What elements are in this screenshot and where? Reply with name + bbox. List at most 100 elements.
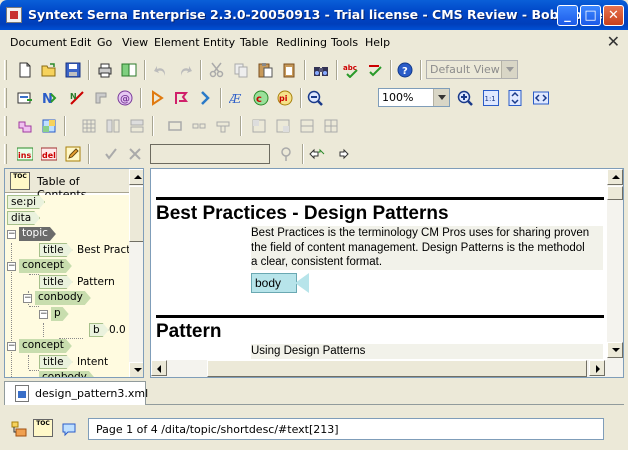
element-list-button[interactable] <box>8 418 30 440</box>
cell-align-left-button[interactable] <box>248 115 270 137</box>
scroll-right-button[interactable] <box>589 360 605 376</box>
zoom-in-button[interactable] <box>454 87 476 109</box>
copy-button[interactable] <box>230 59 252 81</box>
chevron-down-icon[interactable] <box>433 89 449 106</box>
document-editor[interactable]: Best Practices - Design Patterns Best Pr… <box>150 168 624 378</box>
open-document-button[interactable] <box>38 59 60 81</box>
editor-horizontal-scrollbar[interactable] <box>151 360 623 377</box>
fit-width-button[interactable] <box>530 87 552 109</box>
scroll-thumb[interactable] <box>607 186 623 200</box>
menu-entity[interactable]: Entity <box>203 36 235 49</box>
redline-comment-field[interactable] <box>150 144 270 164</box>
menu-go[interactable]: Go <box>97 36 112 49</box>
prev-change-button[interactable] <box>306 143 328 165</box>
title-bar[interactable]: Syntext Serna Enterprise 2.3.0-20050913 … <box>0 0 628 30</box>
insert-pi-tag-button[interactable]: pi <box>274 87 296 109</box>
find-button[interactable] <box>310 59 332 81</box>
table-grid-button[interactable] <box>78 115 100 137</box>
scroll-thumb[interactable] <box>129 186 143 242</box>
body-element-tag[interactable]: body <box>251 273 309 293</box>
insert-comment-button[interactable] <box>170 87 192 109</box>
cell-shade-button[interactable] <box>320 115 342 137</box>
zoom-one-to-one-button[interactable]: 1:1 <box>480 87 502 109</box>
chevron-down-icon[interactable] <box>501 61 517 78</box>
save-button[interactable] <box>62 59 84 81</box>
collapse-icon[interactable]: − <box>23 294 32 303</box>
insert-element-button[interactable] <box>14 87 36 109</box>
delete-redline-button[interactable]: del <box>38 143 60 165</box>
paste-button[interactable] <box>254 59 276 81</box>
cell-border-button[interactable] <box>296 115 318 137</box>
cut-button[interactable] <box>206 59 228 81</box>
insert-section-button[interactable] <box>194 87 216 109</box>
toc-scrollbar[interactable] <box>129 169 143 377</box>
scroll-down-button[interactable] <box>129 362 143 377</box>
accept-change-button[interactable] <box>100 143 122 165</box>
insert-row-button[interactable] <box>126 115 148 137</box>
rename-element-button[interactable]: N <box>38 87 60 109</box>
insert-table-button[interactable] <box>14 115 36 137</box>
scroll-thumb[interactable] <box>207 360 587 377</box>
menu-document[interactable]: Document <box>10 36 67 49</box>
scroll-down-button[interactable] <box>607 342 623 358</box>
view-select[interactable]: Default View <box>426 60 518 79</box>
menu-help[interactable]: Help <box>365 36 390 49</box>
undo-button[interactable] <box>150 59 172 81</box>
help-button[interactable]: ? <box>394 59 416 81</box>
fit-height-button[interactable] <box>504 87 526 109</box>
toolbar-grip[interactable] <box>4 144 7 164</box>
clipboard-button[interactable] <box>278 59 300 81</box>
toolbar-grip[interactable] <box>4 116 7 136</box>
maximize-button[interactable]: □ <box>580 5 601 26</box>
messages-button[interactable] <box>58 418 80 440</box>
insert-pi-button[interactable] <box>146 87 168 109</box>
document-tab[interactable]: design_pattern3.xml <box>4 381 148 405</box>
redo-button[interactable] <box>174 59 196 81</box>
scroll-up-button[interactable] <box>607 169 623 185</box>
editor-vertical-scrollbar[interactable] <box>607 169 623 361</box>
spellcheck-button[interactable]: abc <box>340 59 362 81</box>
redline-search-button[interactable] <box>276 143 298 165</box>
concept-paragraph[interactable]: Using Design Patterns <box>251 344 603 359</box>
edit-redline-button[interactable] <box>62 143 84 165</box>
document-close-icon[interactable]: ✕ <box>607 32 620 51</box>
scroll-up-button[interactable] <box>129 169 143 185</box>
close-button[interactable]: ✕ <box>603 5 624 26</box>
cell-align-right-button[interactable] <box>272 115 294 137</box>
menu-table[interactable]: Table <box>240 36 268 49</box>
menu-view[interactable]: View <box>122 36 148 49</box>
menu-element[interactable]: Element <box>154 36 200 49</box>
insert-xinclude-button[interactable]: c <box>250 87 272 109</box>
toc-header[interactable]: TOC Table of Contents <box>5 169 129 201</box>
next-change-button[interactable] <box>330 143 352 165</box>
new-document-button[interactable] <box>14 59 36 81</box>
split-cells-button[interactable] <box>212 115 234 137</box>
toolbar-grip[interactable] <box>4 60 7 80</box>
unwrap-element-button[interactable] <box>90 87 112 109</box>
menu-tools[interactable]: Tools <box>331 36 358 49</box>
delete-table-button[interactable] <box>164 115 186 137</box>
menu-redlining[interactable]: Redlining <box>276 36 327 49</box>
shortdesc-paragraph[interactable]: Best Practices is the terminology CM Pro… <box>251 226 603 270</box>
print-button[interactable] <box>94 59 116 81</box>
scroll-left-button[interactable] <box>151 360 167 376</box>
convert-element-button[interactable]: N <box>66 87 88 109</box>
insert-attribute-button[interactable]: @ <box>114 87 136 109</box>
merge-cells-button[interactable] <box>188 115 210 137</box>
insert-column-button[interactable] <box>102 115 124 137</box>
entity-button[interactable]: Æ <box>226 87 248 109</box>
collapse-icon[interactable]: − <box>7 262 16 271</box>
minimize-button[interactable]: _ <box>557 5 578 26</box>
reject-change-button[interactable] <box>124 143 146 165</box>
menu-edit[interactable]: Edit <box>70 36 91 49</box>
collapse-icon[interactable]: − <box>39 310 48 319</box>
print-preview-button[interactable] <box>118 59 140 81</box>
collapse-icon[interactable]: − <box>7 230 16 239</box>
topic-title-heading[interactable]: Best Practices - Design Patterns <box>156 203 449 225</box>
table-wizard-button[interactable] <box>38 115 60 137</box>
toc-toggle-button[interactable]: TOC <box>32 418 54 440</box>
zoom-out-button[interactable] <box>304 87 326 109</box>
insert-redline-button[interactable]: ins <box>14 143 36 165</box>
toolbar-grip[interactable] <box>4 88 7 108</box>
zoom-select[interactable]: 100% <box>378 88 450 107</box>
